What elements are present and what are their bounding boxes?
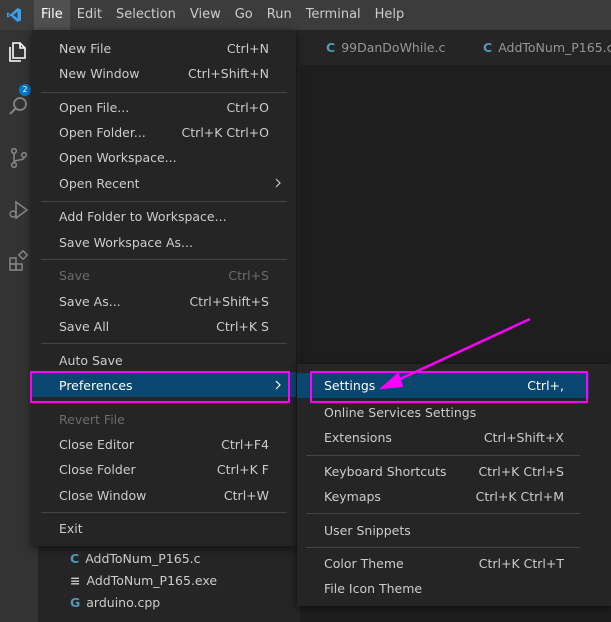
annotation-arrow-icon [378, 317, 531, 390]
